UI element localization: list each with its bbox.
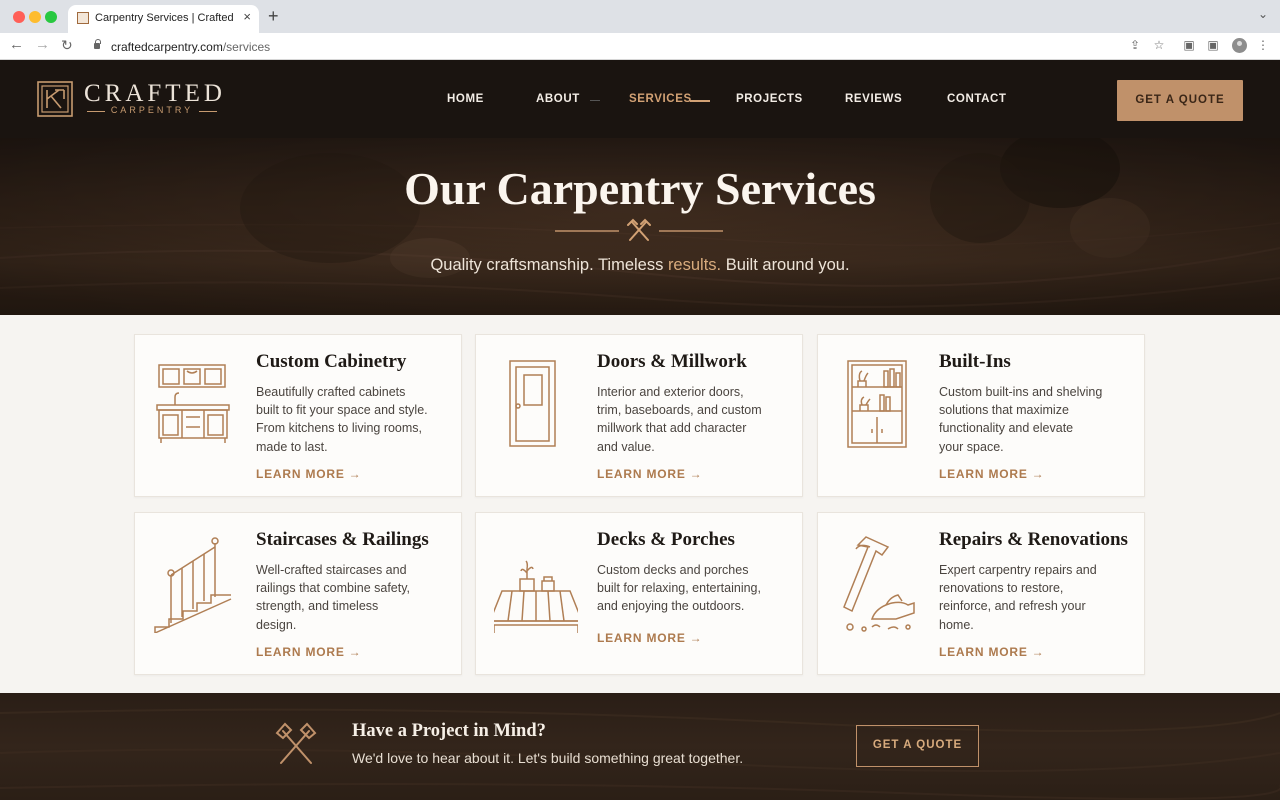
learn-more-link[interactable]: LEARN MORE → [597,467,702,481]
reload-icon[interactable]: ↻ [61,37,73,54]
bookshelf-icon [847,360,907,448]
nav-home[interactable]: HOME [447,93,484,105]
service-title: Built-Ins [939,351,1011,372]
nav-projects[interactable]: PROJECTS [736,93,803,105]
services-section: Custom Cabinetry Beautifully crafted cab… [0,315,1280,693]
nav-services[interactable]: SERVICES [629,93,692,105]
arrow-right-icon: → [1031,645,1045,659]
site-header: CRAFTED CARPENTRY HOME ABOUT SERVICES PR… [0,60,1280,138]
browser-tab[interactable]: Carpentry Services | Crafted × [68,5,259,33]
nav-about[interactable]: ABOUT [536,93,580,105]
crossed-hammers-icon [275,722,317,764]
nav-divider [590,100,600,101]
hammer-plane-icon [843,536,915,632]
arrow-right-icon: → [1031,467,1045,481]
site-logo[interactable]: CRAFTED CARPENTRY [37,80,222,120]
back-arrow-icon[interactable]: ← [9,36,24,53]
service-title: Decks & Porches [597,529,735,550]
service-description: Beautifully crafted cabinets built to fit… [256,385,428,454]
wood-background [0,708,1280,800]
service-card-doors[interactable]: Doors & Millwork Interior and exterior d… [475,334,803,497]
bookmark-star-icon[interactable]: ☆ [1152,38,1166,52]
hero-subtitle: Quality craftsmanship. Timeless results.… [430,256,850,274]
browser-tab-bar: Carpentry Services | Crafted × + ⌄ [0,0,1280,33]
service-title: Repairs & Renovations [939,529,1128,550]
extension-icon[interactable]: ▣ [1182,38,1196,52]
service-description: Expert carpentry repairs and renovations … [939,563,1097,632]
arrow-right-icon: → [689,467,703,481]
service-description: Custom decks and porches built for relaxi… [597,563,761,614]
nav-contact[interactable]: CONTACT [947,93,1007,105]
service-description: Interior and exterior doors, trim, basebo… [597,385,762,454]
share-icon[interactable]: ⇪ [1128,38,1142,52]
get-a-quote-button[interactable]: GET A QUOTE [856,725,979,767]
logo-wordmark: CRAFTED [84,80,226,107]
service-card-staircases[interactable]: Staircases & Railings Well-crafted stair… [134,512,462,675]
browser-menu-icon[interactable]: ⋮ [1256,38,1270,52]
arrow-right-icon: → [348,645,362,659]
learn-more-link[interactable]: LEARN MORE → [939,645,1044,659]
cta-banner: Have a Project in Mind? We'd love to hea… [0,693,1280,800]
forward-arrow-icon[interactable]: → [35,36,50,53]
cta-title: Have a Project in Mind? [352,721,546,741]
close-window-button[interactable] [13,11,25,23]
arrow-right-icon: → [689,631,703,645]
extension-icon[interactable]: ▣ [1206,38,1220,52]
logo-tagline: CARPENTRY [87,105,217,115]
profile-avatar[interactable] [1232,38,1247,53]
service-description: Well-crafted staircases and railings that… [256,563,411,632]
url-text: craftedcarpentry.com/services [111,40,271,54]
cta-text: We'd love to hear about it. Let's build … [352,750,744,766]
cabinet-icon [156,364,230,443]
service-title: Doors & Millwork [597,351,747,372]
service-card-built-ins[interactable]: Built-Ins Custom built-ins and shelving s… [817,334,1145,497]
favicon-icon [77,12,89,24]
learn-more-link[interactable]: LEARN MORE → [597,631,702,645]
staircase-icon [154,537,232,633]
nav-reviews[interactable]: REVIEWS [845,93,902,105]
learn-more-link[interactable]: LEARN MORE → [256,645,361,659]
active-nav-indicator [690,100,710,102]
get-a-quote-button[interactable]: GET A QUOTE [1117,80,1243,121]
service-card-cabinetry[interactable]: Custom Cabinetry Beautifully crafted cab… [134,334,462,497]
tab-close-icon[interactable]: × [243,9,251,24]
service-card-repairs[interactable]: Repairs & Renovations Expert carpentry r… [817,512,1145,675]
deck-icon [494,560,578,633]
service-card-decks[interactable]: Decks & Porches Custom decks and porches… [475,512,803,675]
lock-icon [94,39,101,49]
browser-toolbar: ← → ↻ craftedcarpentry.com/services ⇪ ☆ … [0,33,1280,60]
door-icon [509,360,556,447]
hero-banner: Our Carpentry Services Quality craftsman… [0,138,1280,315]
learn-more-link[interactable]: LEARN MORE → [939,467,1044,481]
address-bar[interactable]: craftedcarpentry.com/services [86,36,1126,57]
new-tab-icon[interactable]: + [268,6,279,27]
arrow-right-icon: → [348,467,362,481]
service-description: Custom built-ins and shelving solutions t… [939,385,1103,454]
logo-mark-icon [37,81,73,117]
hammer-divider-icon [555,218,723,241]
tab-title: Carpentry Services | Crafted [95,12,234,24]
service-title: Custom Cabinetry [256,351,407,372]
learn-more-link[interactable]: LEARN MORE → [256,467,361,481]
page-title: Our Carpentry Services [404,163,876,214]
service-title: Staircases & Railings [256,529,429,550]
minimize-window-button[interactable] [29,11,41,23]
tab-search-chevron-icon[interactable]: ⌄ [1258,7,1268,21]
zoom-window-button[interactable] [45,11,57,23]
